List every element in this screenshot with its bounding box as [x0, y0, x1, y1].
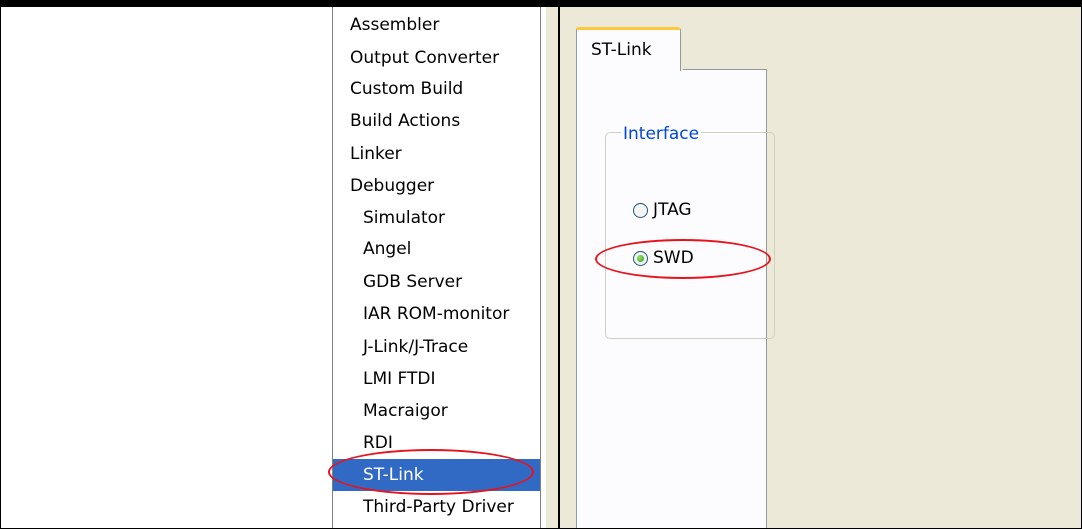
jtag-radio-button[interactable]: [633, 202, 648, 218]
swd-annotation-ellipse: [595, 239, 771, 279]
category-build-actions[interactable]: Build Actions: [333, 105, 540, 137]
interface-groupbox-caption: Interface: [621, 123, 702, 145]
category-gdb-server[interactable]: GDB Server: [333, 266, 540, 298]
category-simulator[interactable]: Simulator: [333, 202, 540, 234]
tab-strip-line: [683, 69, 767, 70]
pane-splitter[interactable]: [546, 7, 558, 528]
category-output-converter[interactable]: Output Converter: [333, 42, 540, 74]
category-j-link-j-trace[interactable]: J-Link/J-Trace: [333, 331, 540, 363]
tab-st-link[interactable]: ST-Link: [576, 27, 681, 71]
category-macraigor[interactable]: Macraigor: [333, 395, 540, 427]
category-lmi-ftdi[interactable]: LMI FTDI: [333, 363, 540, 395]
category-debugger[interactable]: Debugger: [333, 170, 540, 202]
category-iar-rom-monitor[interactable]: IAR ROM-monitor: [333, 298, 540, 330]
category-assembler[interactable]: Assembler: [333, 9, 540, 41]
interface-groupbox: [605, 132, 775, 339]
category-third-party-driver[interactable]: Third-Party Driver: [333, 491, 540, 523]
category-linker[interactable]: Linker: [333, 138, 540, 170]
jtag-radio-label[interactable]: JTAG: [653, 200, 692, 220]
st-link-annotation-ellipse: [328, 449, 534, 495]
jtag-radio-option[interactable]: JTAG: [633, 199, 692, 221]
screenshot-frame: Assembler Output Converter Custom Build …: [0, 0, 1082, 529]
category-angel[interactable]: Angel: [333, 233, 540, 265]
category-custom-build[interactable]: Custom Build: [333, 73, 540, 105]
